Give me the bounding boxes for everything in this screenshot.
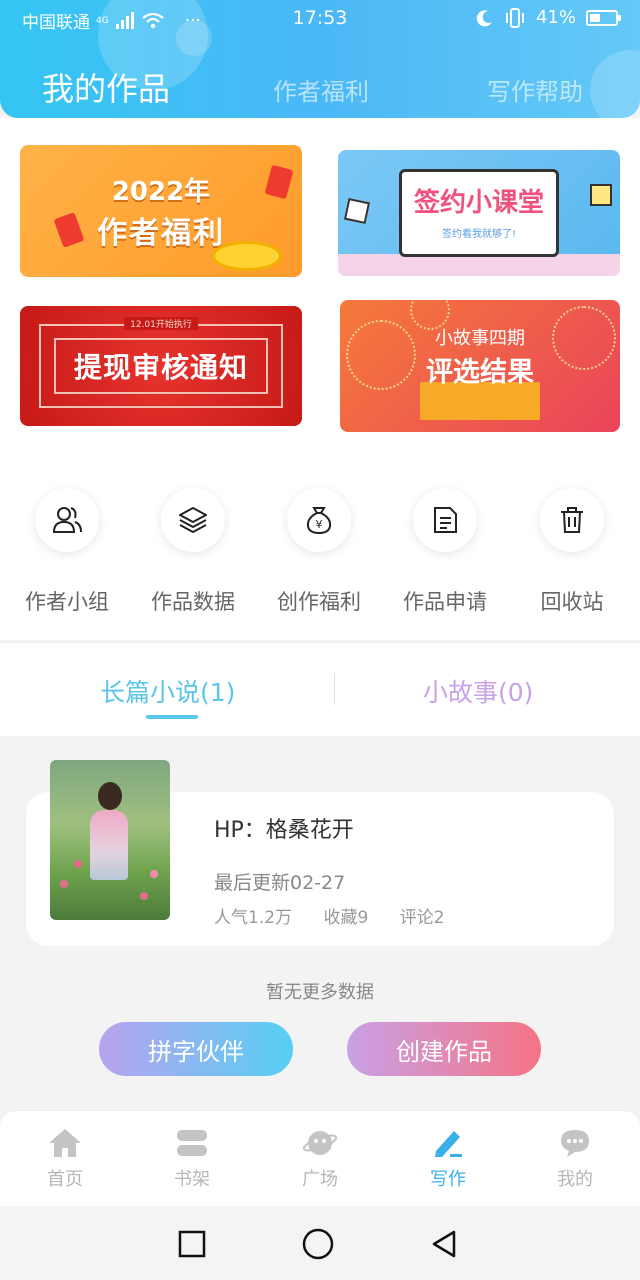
banner-floor-decor	[338, 254, 620, 276]
nav-write[interactable]: 写作	[408, 1127, 488, 1191]
bottom-nav: 首页 书架 广场 写作 我的	[0, 1110, 640, 1206]
banner-title: 提现审核通知	[54, 338, 268, 394]
pen-icon	[435, 1131, 462, 1157]
battery-icon	[586, 9, 621, 26]
action-label: 创作福利	[277, 590, 361, 614]
action-creation-welfare[interactable]: ¥ 创作福利	[274, 488, 364, 616]
work-title[interactable]: HP：格桑花开	[214, 812, 354, 844]
coins-decor	[212, 241, 282, 271]
banner-withdraw-notice[interactable]: 12.01开始执行 提现审核通知	[20, 306, 302, 426]
tab-my-works[interactable]: 我的作品	[42, 64, 170, 110]
work-stats: 人气1.2万 收藏9 评论2	[214, 903, 471, 928]
nav-label: 写作	[430, 1169, 466, 1190]
banner-author-welfare[interactable]: 2022年 作者福利	[20, 145, 302, 277]
firework-decor	[346, 320, 416, 390]
active-tab-indicator	[146, 715, 198, 719]
action-label: 回收站	[540, 590, 604, 614]
bookshelf-icon	[177, 1130, 207, 1156]
header-tabs: 我的作品 作者福利 写作帮助	[0, 62, 640, 112]
nav-label: 我的	[557, 1169, 593, 1190]
money-bag-icon: ¥	[306, 507, 332, 535]
action-label: 作品数据	[151, 590, 235, 614]
tab-writing-help[interactable]: 写作帮助	[487, 72, 583, 107]
header: 中国联通 4G ··· 17:53 41% 我的作品 作者福利 写作帮助	[0, 0, 640, 118]
favorites-stat: 收藏9	[323, 908, 369, 928]
word-partner-button[interactable]: 拼字伙伴	[99, 1022, 293, 1076]
action-author-group[interactable]: 作者小组	[22, 488, 112, 616]
nav-label: 广场	[302, 1169, 338, 1190]
status-bar: 中国联通 4G ··· 17:53 41%	[0, 0, 640, 36]
action-label: 作品申请	[403, 590, 487, 614]
system-nav-bar	[0, 1206, 640, 1280]
home-button-icon[interactable]	[302, 1228, 334, 1260]
tab-long-novel[interactable]: 长篇小说(1)	[100, 673, 235, 709]
nav-square[interactable]: 广场	[280, 1127, 360, 1191]
banner-title: 作者福利	[97, 215, 225, 251]
firework-decor	[552, 306, 616, 370]
banner-story-contest[interactable]: 小故事四期 评选结果	[340, 300, 620, 432]
tab-short-story[interactable]: 小故事(0)	[423, 673, 533, 709]
banner-subtitle: 签约看我就够了!	[441, 229, 516, 240]
document-icon	[434, 507, 457, 533]
popularity-stat: 人气1.2万	[214, 908, 293, 928]
action-recycle-bin[interactable]: 回收站	[527, 488, 617, 616]
red-packet-decor	[264, 164, 294, 200]
tab-divider	[334, 673, 335, 705]
cube-decor	[590, 184, 612, 206]
nav-bookshelf[interactable]: 书架	[152, 1127, 232, 1191]
group-icon	[52, 507, 82, 533]
recent-apps-icon[interactable]	[178, 1230, 206, 1258]
create-work-button[interactable]: 创建作品	[347, 1022, 541, 1076]
chat-icon	[561, 1130, 589, 1157]
action-work-data[interactable]: 作品数据	[148, 488, 238, 616]
nav-label: 首页	[47, 1169, 83, 1190]
svg-text:¥: ¥	[316, 518, 323, 531]
banner-year: 2022年	[111, 176, 211, 207]
banner-frame: 12.01开始执行 提现审核通知	[39, 317, 283, 408]
work-last-updated: 最后更新02-27	[214, 872, 346, 894]
planet-icon	[302, 1131, 338, 1155]
back-icon[interactable]	[430, 1230, 458, 1258]
banner-title: 签约小课堂	[413, 188, 544, 218]
battery-percent: 41%	[535, 7, 576, 28]
action-label: 作者小组	[25, 590, 109, 614]
nav-home[interactable]: 首页	[25, 1127, 105, 1191]
trash-icon	[561, 507, 583, 533]
banner-tag: 12.01开始执行	[124, 317, 198, 330]
no-more-data-text: 暂无更多数据	[266, 982, 374, 1003]
banner-signing-class[interactable]: 签约小课堂 签约看我就够了!	[338, 150, 620, 276]
nav-label: 书架	[174, 1169, 210, 1190]
action-work-apply[interactable]: 作品申请	[400, 488, 490, 616]
cube-decor	[343, 197, 371, 225]
work-type-tabs: 长篇小说(1) 小故事(0)	[0, 642, 640, 736]
tab-author-welfare[interactable]: 作者福利	[273, 72, 369, 107]
banner-subtitle: 小故事四期	[435, 327, 525, 349]
nav-mine[interactable]: 我的	[535, 1127, 615, 1191]
work-cover-image[interactable]	[50, 760, 170, 920]
banner-title: 评选结果	[426, 356, 534, 388]
comments-stat: 评论2	[399, 908, 445, 928]
home-icon	[49, 1129, 81, 1157]
vibrate-icon	[505, 7, 524, 28]
banner-board: 签约小课堂 签约看我就够了!	[399, 169, 559, 257]
red-packet-decor	[53, 212, 85, 248]
moon-icon	[476, 9, 492, 26]
layers-icon	[179, 507, 207, 533]
